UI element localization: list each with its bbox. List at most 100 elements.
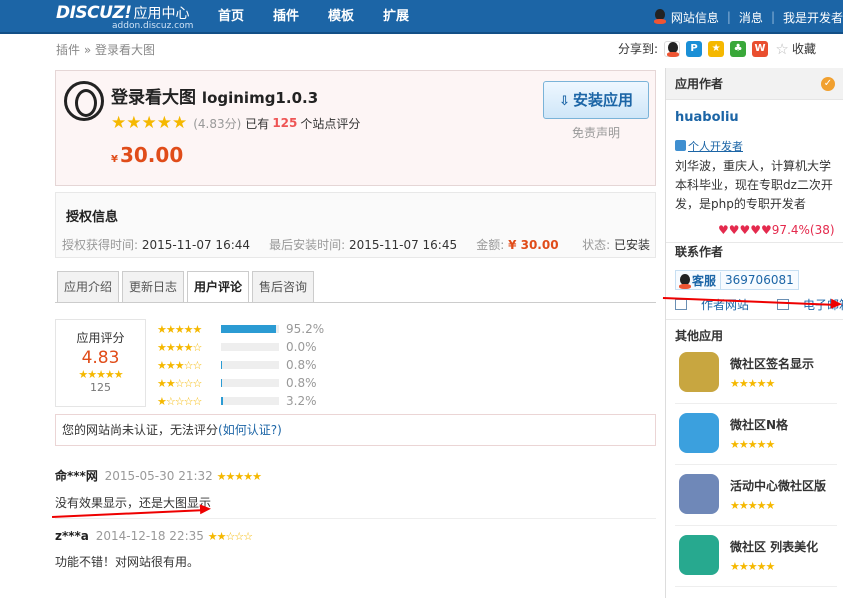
other-app-name: 微社区 列表美化	[730, 540, 819, 554]
distribution-bar	[221, 379, 279, 387]
breadcrumb-plugins[interactable]: 插件	[56, 43, 80, 57]
disclaimer-link[interactable]: 免责声明	[543, 124, 649, 141]
collect-link[interactable]: 收藏	[792, 40, 816, 57]
rating-value: 4.83	[81, 348, 120, 368]
distribution-percent: 95.2%	[286, 322, 325, 336]
amount-value: ¥ 30.00	[508, 238, 559, 252]
obtained-label: 授权获得时间:	[62, 238, 139, 252]
share-star-icon[interactable]: ★	[708, 40, 725, 57]
license-title: 授权信息	[66, 210, 119, 225]
status-value: 已安装	[613, 238, 650, 252]
distribution-bar-fill	[221, 397, 223, 405]
distribution-bar	[221, 343, 279, 351]
how-to-verify-link[interactable]: (如何认证?)	[218, 423, 282, 437]
distribution-stars: ★★★★★	[157, 322, 202, 336]
rating-score: (4.83分)	[193, 116, 242, 131]
sidebar: 应用作者 ✓ huaboliu 个人开发者 刘华波，重庆人，计算机大学本科毕业，…	[665, 68, 843, 598]
rating-distribution-row: ★★★☆☆ 0.8%	[157, 356, 324, 374]
nav-extensions[interactable]: 扩展	[383, 0, 409, 34]
rating-title: 应用评分	[76, 331, 125, 345]
tab-bar: 应用介绍 更新日志 用户评论 售后咨询	[57, 271, 317, 303]
website-icon	[675, 299, 687, 310]
nav-templates[interactable]: 模板	[328, 0, 354, 34]
distribution-bar	[221, 397, 279, 405]
nav-home[interactable]: 首页	[218, 0, 244, 34]
share-clover-icon[interactable]: ♣	[730, 40, 747, 57]
other-app-item[interactable]: 微社区签名显示 ★★★★★	[675, 343, 837, 404]
distribution-percent: 0.0%	[286, 340, 317, 354]
obtained-time: 2015-11-07 16:44	[141, 238, 251, 252]
hearts-icon: ♥♥♥♥♥	[718, 223, 772, 237]
license-row: 授权获得时间: 2015-11-07 16:44 最后安装时间: 2015-11…	[62, 236, 650, 253]
good-rate-value: 97.4%(38)	[771, 223, 835, 237]
other-apps-header: 其他应用	[666, 319, 843, 344]
person-icon	[675, 140, 686, 151]
distribution-bar-fill	[221, 325, 277, 333]
other-app-item[interactable]: 微社区N格 ★★★★★	[675, 404, 837, 465]
comment-user: 命***网	[55, 469, 98, 483]
other-app-name: 微社区N格	[730, 418, 789, 432]
install-label: 安装应用	[572, 91, 633, 109]
author-header-label: 应用作者	[675, 77, 724, 91]
other-app-stars: ★★★★★	[730, 499, 775, 512]
comment-time: 2014-12-18 22:35	[95, 529, 204, 543]
comment-body: 功能不错！对网站很有用。	[55, 555, 200, 569]
other-app-item[interactable]: 微社区 列表美化 ★★★★★	[675, 526, 837, 587]
comment-user: z***a	[55, 529, 89, 543]
developer-tag: 个人开发者	[675, 138, 743, 154]
share-qq-icon[interactable]	[664, 40, 681, 57]
share-weibo-icon[interactable]: W	[752, 40, 769, 57]
currency-symbol: ¥	[111, 154, 118, 165]
other-app-item[interactable]: 活动中心微社区版 ★★★★★	[675, 465, 837, 526]
tab-reviews[interactable]: 用户评论	[187, 271, 250, 303]
kefu-number: 369706081	[725, 273, 794, 287]
qq-icon	[653, 9, 667, 25]
breadcrumb-current: 登录看大图	[95, 43, 156, 57]
install-button[interactable]: ⇩ 安装应用	[543, 81, 649, 119]
user-menu: 网站信息 | 消息 | 我是开发者	[653, 0, 843, 34]
tab-support[interactable]: 售后咨询	[252, 271, 315, 302]
site-info-link[interactable]: 网站信息	[671, 9, 719, 26]
nav-plugins[interactable]: 插件	[273, 0, 299, 34]
tab-changelog[interactable]: 更新日志	[122, 271, 185, 302]
distribution-stars: ★★★☆☆	[157, 358, 202, 372]
rated-count: 125	[272, 116, 298, 130]
breadcrumb-sep: »	[83, 43, 92, 57]
divider: |	[770, 10, 775, 24]
messages-link[interactable]: 消息	[739, 9, 763, 26]
license-info: 授权信息 授权获得时间: 2015-11-07 16:44 最后安装时间: 20…	[55, 192, 656, 258]
notice-text: 您的网站尚未认证，无法评分	[62, 423, 219, 437]
author-name[interactable]: huaboliu	[675, 110, 739, 125]
distribution-percent: 0.8%	[286, 376, 317, 390]
app-name: 登录看大图	[111, 88, 196, 108]
app-version: loginimg1.0.3	[201, 89, 319, 107]
other-app-stars: ★★★★★	[730, 560, 775, 573]
comment-time: 2015-05-30 21:32	[104, 469, 213, 483]
collect-star-icon[interactable]: ☆	[774, 40, 791, 57]
comment-stars: ★★★★★	[216, 470, 262, 483]
amount-label: 金额:	[476, 238, 505, 252]
tab-divider	[55, 302, 656, 303]
author-bio: 刘华波，重庆人，计算机大学本科毕业，现在专职dz二次开发，是php的专职开发者	[675, 159, 833, 211]
rating-distribution-row: ★★★★★ 95.2%	[157, 320, 324, 338]
email-icon	[777, 299, 790, 310]
sign-app-icon	[679, 352, 719, 392]
tab-intro[interactable]: 应用介绍	[57, 271, 120, 302]
developer-tag-label: 个人开发者	[688, 140, 743, 153]
qq-icon	[678, 274, 691, 289]
rating-summary: 应用评分 4.83 ★★★★★ 125	[55, 319, 146, 407]
share-bar: 分享到: P ★ ♣ W ☆ 收藏	[618, 40, 816, 57]
rating-distribution-row: ★★★★☆ 0.0%	[157, 338, 324, 356]
kefu-label: 客服	[692, 273, 717, 288]
app-rating: ★★★★★ (4.83分) 已有 125 个站点评分	[111, 113, 360, 133]
logo-brand: DISCUZ!	[56, 3, 132, 23]
rating-distribution: ★★★★★ 95.2% ★★★★☆ 0.0% ★★★☆☆ 0.8% ★★☆☆☆ 0.8% ★☆☆…	[157, 320, 324, 410]
distribution-bar	[221, 325, 279, 333]
distribution-percent: 3.2%	[286, 394, 317, 408]
logo[interactable]: DISCUZ! 应用中心 addon.discuz.com	[56, 3, 193, 31]
developer-link[interactable]: 我是开发者	[783, 9, 843, 26]
app-price: ¥30.00	[111, 143, 183, 167]
distribution-bar-fill	[221, 379, 222, 387]
share-qzone-icon[interactable]: P	[686, 40, 703, 57]
kefu-qq[interactable]: 客服 369706081	[675, 270, 799, 290]
